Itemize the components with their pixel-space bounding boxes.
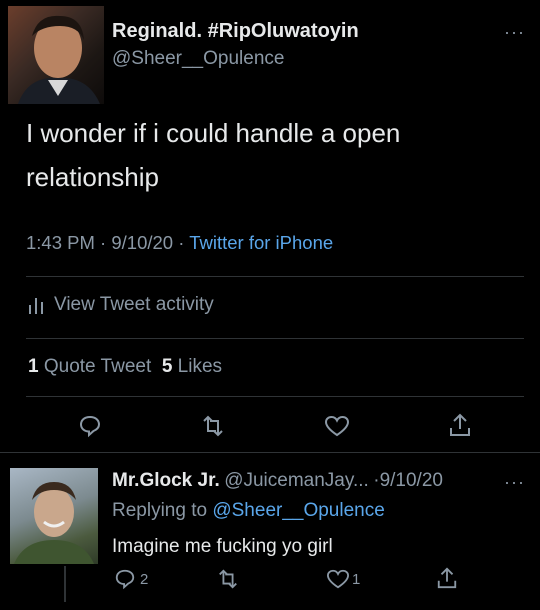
tweet-text-line-1: I wonder if i could handle a open <box>26 118 401 148</box>
reply-like-button[interactable]: 1 <box>326 568 360 590</box>
more-options-icon[interactable]: ··· <box>504 22 525 43</box>
author-name[interactable]: Reginald. #RipOluwatoyin <box>112 20 359 43</box>
divider <box>26 276 524 277</box>
replying-to-handle[interactable]: @Sheer__Opulence <box>212 500 384 521</box>
reply-icon <box>114 568 136 590</box>
likes-label: Likes <box>177 356 223 377</box>
author-handle[interactable]: @Sheer__Opulence <box>112 48 284 70</box>
quote-label: Quote Tweet <box>43 356 152 377</box>
activity-bars-icon <box>28 296 44 314</box>
tweet-time: 1:43 PM <box>26 232 95 253</box>
reply-icon[interactable] <box>78 414 102 438</box>
reply-author-name[interactable]: Mr.Glock Jr. <box>112 470 220 491</box>
tweet-date[interactable]: 9/10/20 <box>111 232 173 253</box>
share-icon[interactable] <box>436 566 458 590</box>
tweet-source[interactable]: Twitter for iPhone <box>189 232 333 253</box>
tweet-meta: 1:43 PM · 9/10/20 · Twitter for iPhone <box>26 232 333 254</box>
reply-date[interactable]: ·9/10/20 <box>373 470 443 491</box>
reply-count: 2 <box>140 570 149 588</box>
reply-like-count: 1 <box>352 570 361 588</box>
replying-to: Replying to @Sheer__Opulence <box>112 500 385 522</box>
thread-line <box>64 566 66 602</box>
reply-avatar[interactable] <box>10 468 98 564</box>
divider <box>0 452 540 453</box>
heart-icon[interactable] <box>324 414 350 438</box>
reply-header: Mr.Glock Jr. @JuicemanJay... ·9/10/20 <box>112 470 443 492</box>
quote-tweets-link[interactable]: 1 Quote Tweet <box>28 356 151 377</box>
share-icon[interactable] <box>448 412 472 438</box>
avatar[interactable] <box>8 6 104 104</box>
replying-to-label: Replying to <box>112 500 208 521</box>
reply-author-handle[interactable]: @JuicemanJay... <box>224 470 369 491</box>
retweet-icon[interactable] <box>200 414 226 438</box>
tweet-stats: 1 Quote Tweet 5 Likes <box>28 356 222 378</box>
likes-link[interactable]: 5 Likes <box>162 356 222 377</box>
like-count: 5 <box>161 356 173 377</box>
view-activity-label: View Tweet activity <box>54 294 214 315</box>
divider <box>26 338 524 339</box>
quote-count: 1 <box>28 356 39 377</box>
meta-separator: · <box>94 232 112 253</box>
reply-reply-button[interactable]: 2 <box>114 568 148 590</box>
divider <box>26 396 524 397</box>
tweet-text-line-2: relationship <box>26 162 159 192</box>
retweet-icon[interactable] <box>216 568 240 590</box>
view-activity-button[interactable]: View Tweet activity <box>28 294 214 316</box>
reply-text: Imagine me fucking yo girl <box>112 536 333 557</box>
heart-icon <box>326 568 350 590</box>
reply-more-options-icon[interactable]: ··· <box>504 472 525 493</box>
meta-separator: · <box>173 232 190 253</box>
